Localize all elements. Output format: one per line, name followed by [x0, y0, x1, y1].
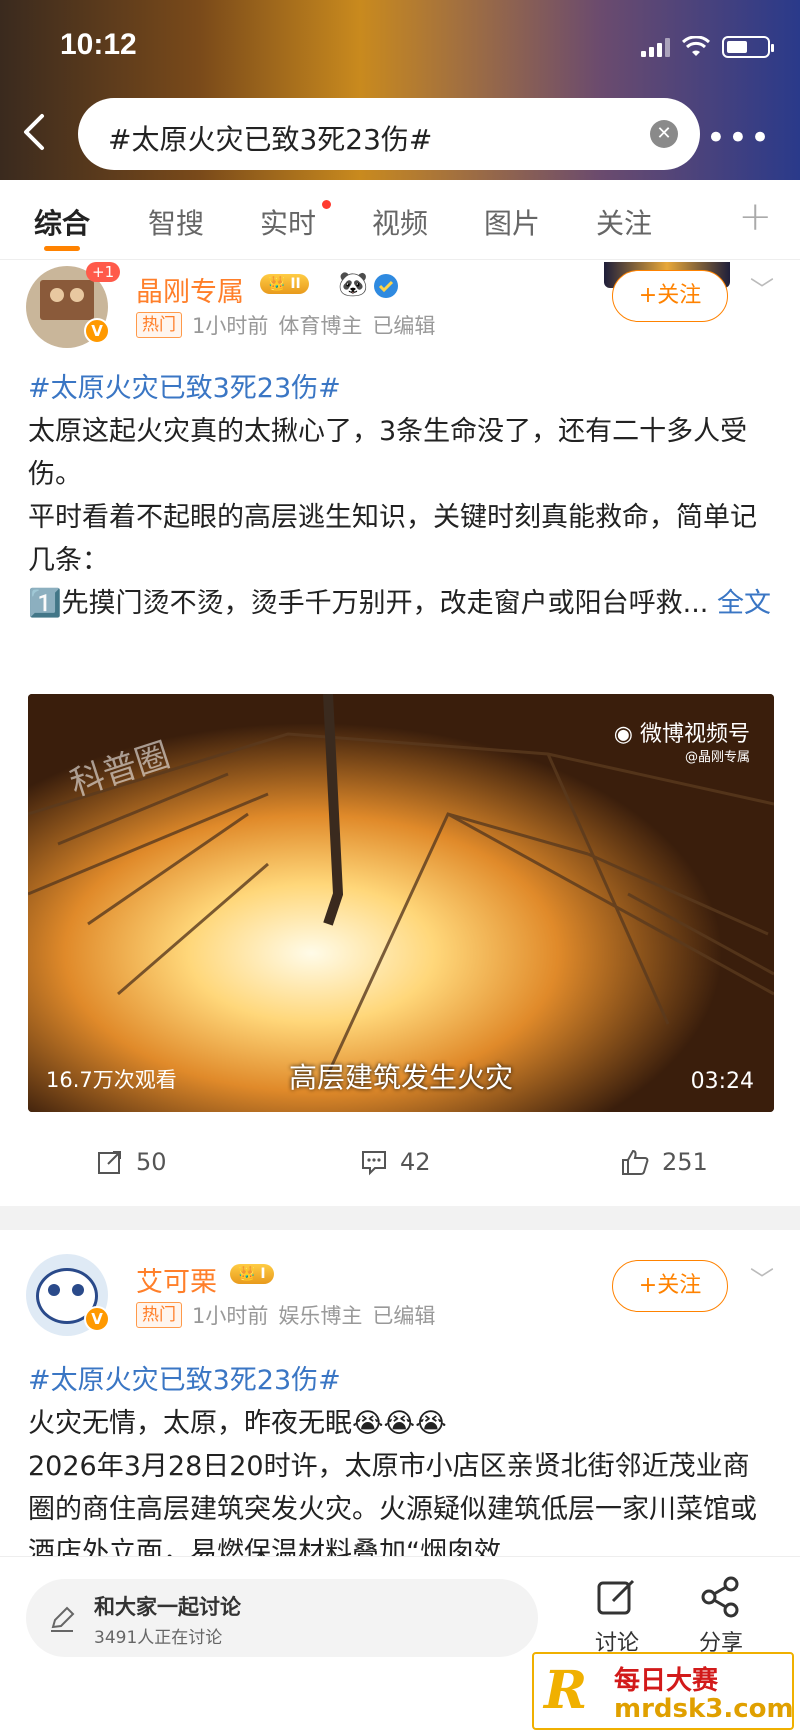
like-count: 251 [662, 1148, 708, 1176]
clear-search-button[interactable]: ✕ [650, 120, 678, 148]
post-divider [0, 1206, 800, 1230]
comment-icon [362, 1151, 386, 1176]
post-hashtag[interactable]: #太原火灾已致3死23伤# [28, 366, 341, 405]
follow-button[interactable]: +关注 [612, 270, 728, 322]
comment-count: 42 [400, 1148, 431, 1176]
realtime-notification-dot [322, 200, 331, 209]
author-category: 娱乐博主 [278, 1304, 363, 1328]
author-category: 体育博主 [278, 314, 363, 338]
post-meta: 热门 1小时前 娱乐博主 已编辑 [136, 1300, 435, 1330]
like-button[interactable]: 251 [620, 1148, 708, 1176]
vip-level: II [290, 276, 301, 292]
battery-icon [722, 36, 774, 58]
channel-name: 微博视频号 [639, 722, 750, 747]
share-icon [701, 1576, 739, 1618]
avatar-badge: +1 [86, 262, 121, 282]
video-player[interactable]: 科普圈 ◉ 微博视频号 @晶刚专属 16.7万次观看 高层建筑发生火灾 03:2… [28, 694, 774, 1112]
site-watermark: R 每日大赛 mrdsk3.com [532, 1652, 794, 1730]
discuss-button[interactable]: 讨论 [572, 1575, 662, 1657]
tab-bar: 综合 智搜 实时 视频 图片 关注 + [0, 182, 800, 260]
username[interactable]: 晶刚专属 [136, 270, 244, 309]
vip-badge-icon: 👑 I [230, 1264, 274, 1284]
badge-icon [374, 274, 398, 298]
chevron-down-icon[interactable]: ﹀ [750, 1260, 774, 1295]
post-actions: 50 42 251 [0, 1138, 800, 1198]
tab-video[interactable]: 视频 [372, 202, 428, 242]
share-button[interactable]: 分享 [676, 1575, 766, 1657]
active-tab-indicator [44, 246, 80, 251]
post-meta: 热门 1小时前 体育博主 已编辑 [136, 310, 435, 340]
post-body: 太原这起火灾真的太揪心了，3条生命没了，还有二十多人受伤。 平时看着不起眼的高层… [28, 410, 772, 625]
post-text-line: 太原这起火灾真的太揪心了，3条生命没了，还有二十多人受伤。 [28, 416, 748, 490]
wifi-icon [682, 36, 710, 56]
add-tab-icon[interactable]: + [738, 194, 772, 240]
channel-label: ◉ 微博视频号 [613, 722, 750, 747]
edit-icon [597, 1579, 635, 1615]
edited-label: 已编辑 [372, 1304, 436, 1328]
post-text-line: 2026年3月28日20时许，太原市小店区亲贤北街邻近茂业商圈的商住高层建筑突发… [28, 1451, 757, 1556]
discuss-input[interactable]: 和大家一起讨论 3491人正在讨论 [26, 1579, 538, 1657]
tab-following[interactable]: 关注 [596, 202, 652, 242]
tab-realtime[interactable]: 实时 [260, 202, 316, 242]
edited-label: 已编辑 [372, 314, 436, 338]
post-card: V 艾可栗 👑 I 热门 1小时前 娱乐博主 已编辑 +关注 ﹀ #太原火灾已致… [0, 1230, 800, 1556]
watermark-title: 每日大赛 [614, 1666, 719, 1696]
full-text-link[interactable]: 全文 [717, 588, 771, 619]
repost-button[interactable]: 50 [96, 1148, 167, 1176]
thumbs-up-icon [622, 1149, 649, 1175]
back-button[interactable] [18, 110, 58, 156]
post-body: 火灾无情，太原，昨夜无眠😭😭😭 2026年3月28日20时许，太原市小店区亲贤北… [28, 1402, 772, 1556]
tab-comprehensive[interactable]: 综合 [34, 202, 90, 242]
post-hashtag[interactable]: #太原火灾已致3死23伤# [28, 1358, 341, 1397]
panda-icon: 🐼 [338, 270, 368, 298]
comment-button[interactable]: 42 [360, 1148, 431, 1176]
status-time: 10:12 [60, 28, 137, 61]
hot-tag: 热门 [136, 1302, 182, 1328]
post-text-line: 1️⃣先摸门烫不烫，烫手千万别开，改走窗户或阳台呼救... [28, 588, 709, 619]
watermark-logo: R [544, 1660, 588, 1721]
post-card: +1 V 晶刚专属 👑 II 🐼 热门 1小时前 体育博主 已编辑 +关注 ﹀ … [0, 262, 800, 1206]
verified-icon: V [84, 1306, 110, 1332]
discuss-count: 3491人正在讨论 [94, 1628, 223, 1648]
repost-count: 50 [136, 1148, 167, 1176]
status-icons [641, 36, 774, 58]
discuss-title: 和大家一起讨论 [94, 1595, 241, 1619]
hot-tag: 热门 [136, 312, 182, 338]
video-caption: 高层建筑发生火灾 [288, 1061, 513, 1094]
status-bar: 10:12 [0, 0, 800, 90]
follow-button[interactable]: +关注 [612, 1260, 728, 1312]
verified-icon: V [84, 318, 110, 344]
more-options-icon[interactable]: ••• [706, 118, 772, 158]
search-query: #太原火灾已致3死23伤# [108, 123, 433, 156]
pencil-icon [51, 1606, 75, 1632]
post-text-line: 平时看着不起眼的高层逃生知识，关键时刻真能救命，简单记几条： [28, 502, 757, 576]
channel-handle: @晶刚专属 [684, 750, 750, 765]
post-time: 1小时前 [192, 1304, 269, 1328]
chevron-down-icon[interactable]: ﹀ [750, 270, 774, 305]
vip-badge-icon: 👑 II [260, 274, 309, 294]
watermark-url: mrdsk3.com [614, 1694, 794, 1724]
vip-level: I [260, 1266, 266, 1282]
search-input[interactable]: #太原火灾已致3死23伤# ✕ [78, 98, 700, 170]
repost-icon [98, 1151, 121, 1174]
search-row: #太原火灾已致3死23伤# ✕ ••• [0, 96, 800, 176]
top-header: 10:12 #太原火灾已致3死23伤# ✕ ••• [0, 0, 800, 180]
signal-icon [641, 37, 670, 57]
chevron-left-icon [24, 114, 44, 150]
tab-images[interactable]: 图片 [484, 202, 540, 242]
post-text-line: 火灾无情，太原，昨夜无眠😭😭😭 [28, 1408, 447, 1439]
post-time: 1小时前 [192, 314, 269, 338]
username[interactable]: 艾可栗 [136, 1260, 217, 1299]
tab-smart-search[interactable]: 智搜 [148, 202, 204, 242]
video-duration: 03:24 [690, 1069, 754, 1094]
